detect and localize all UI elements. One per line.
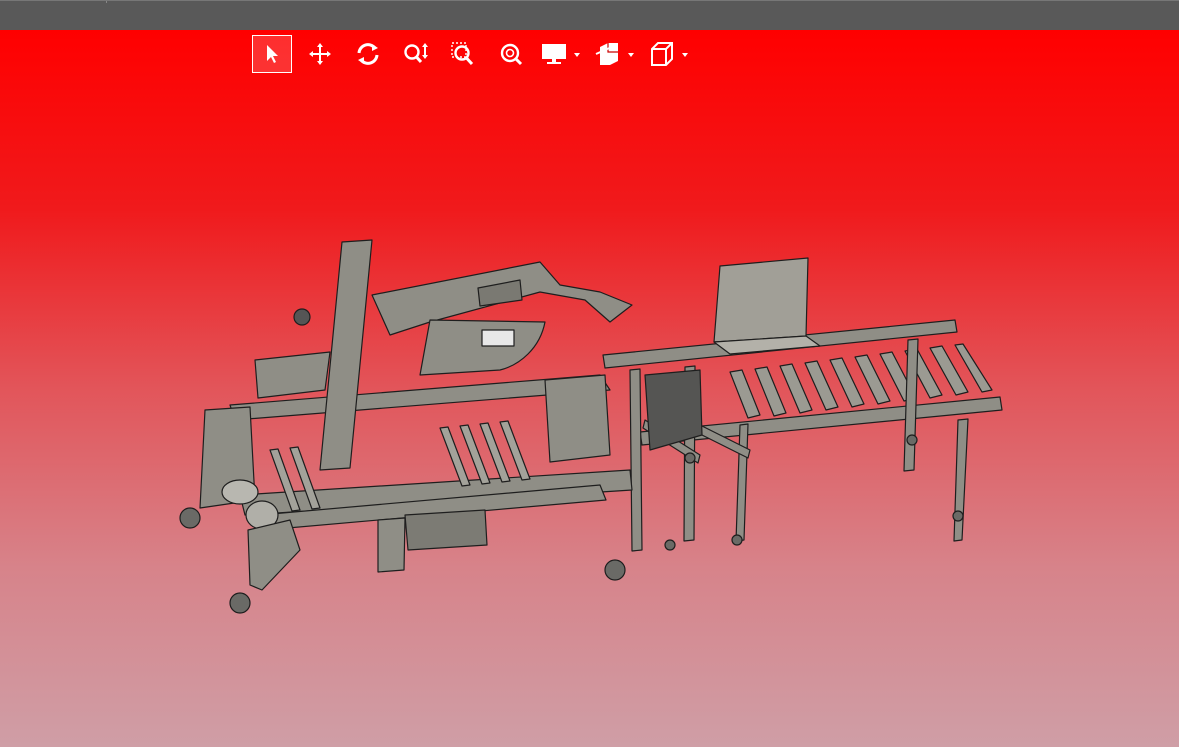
zoom-tool-button[interactable] [396,35,436,73]
3d-viewport[interactable] [0,30,1179,747]
motor [221,479,259,505]
pan-tool-button[interactable] [300,35,340,73]
title-bar-divider [106,1,107,3]
zoom-window-icon [451,42,474,66]
zoom-updown-icon [404,43,428,64]
view-toolbar [252,34,702,74]
zoom-fit-icon [500,43,523,66]
carton-box [713,257,809,343]
section-view-icon [595,43,618,65]
caster-wheel [179,507,201,529]
pan-move-icon [309,43,331,65]
view-orientation-dropdown[interactable] [648,41,688,67]
view-cube-icon [651,42,673,66]
rotate-tool-button[interactable] [348,35,388,73]
section-view-dropdown[interactable] [594,41,634,67]
chevron-down-icon [574,53,580,57]
select-arrow-icon [267,45,278,63]
chevron-down-icon [628,53,634,57]
window-title-bar [0,0,1179,30]
select-tool-button[interactable] [252,35,292,73]
chevron-down-icon [682,53,688,57]
tape-head [254,351,331,399]
display-mode-dropdown[interactable] [540,42,580,66]
zoom-fit-button[interactable] [492,35,532,73]
monitor-display-icon [542,44,566,64]
rotate-icon [357,43,379,65]
zoom-window-button[interactable] [444,35,484,73]
conveyor-machine-model[interactable] [0,30,1179,747]
